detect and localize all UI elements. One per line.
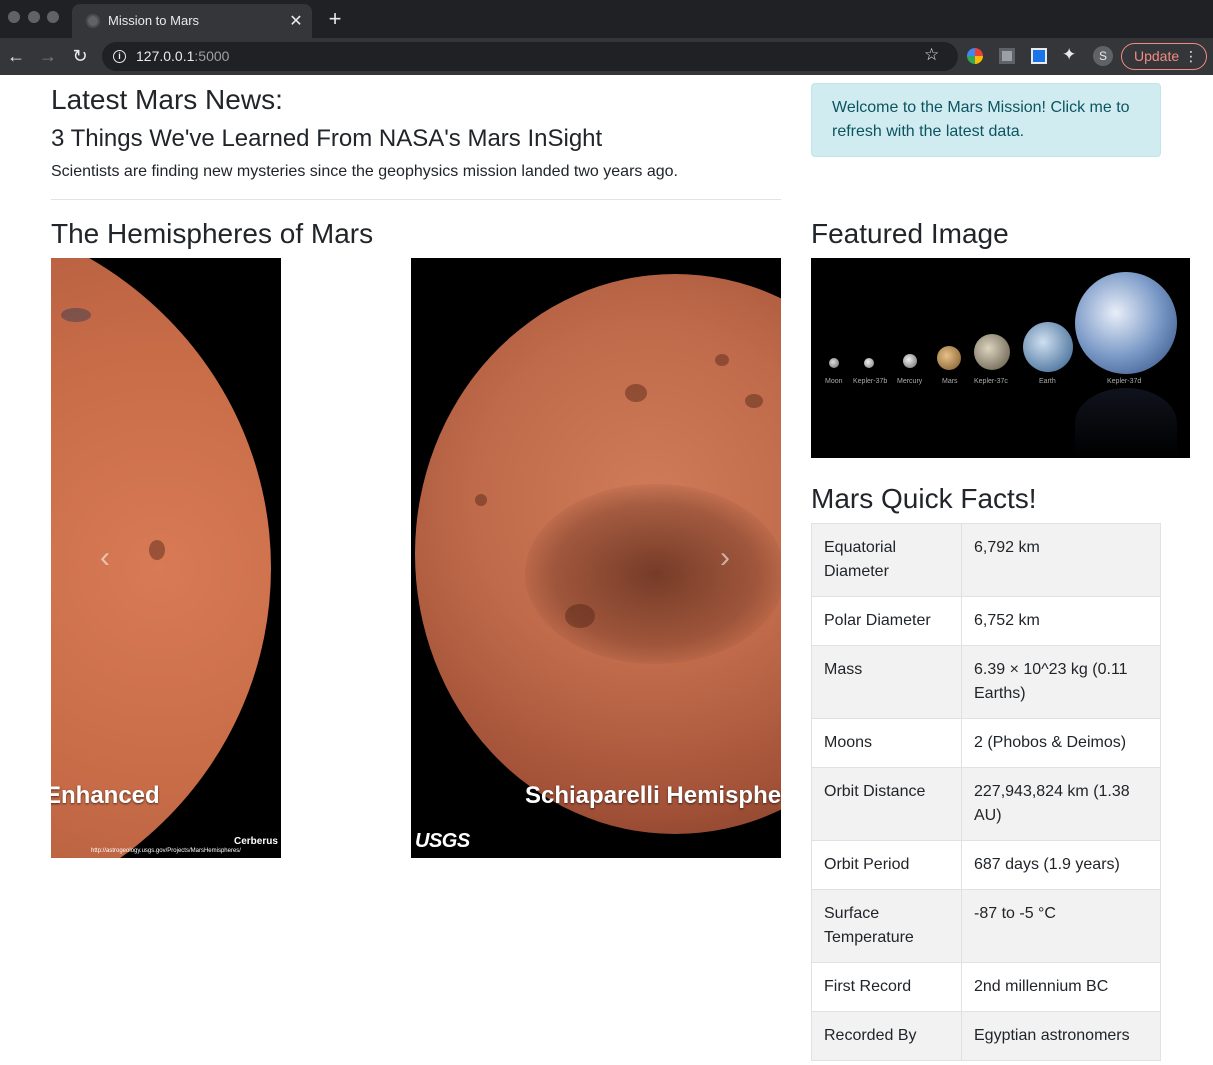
info-icon[interactable]: i xyxy=(113,50,126,63)
slide-credit-url: http://astrogeology.usgs.gov/Projects/Ma… xyxy=(91,848,241,854)
extension-box-icon[interactable] xyxy=(999,48,1015,64)
close-window-button[interactable] xyxy=(8,11,20,23)
reload-icon[interactable]: ↻ xyxy=(68,44,92,68)
fact-value: 6,792 km xyxy=(961,523,1161,597)
url-host: 127.0.0.1 xyxy=(136,48,195,64)
image-extension-icon[interactable] xyxy=(1031,48,1047,64)
address-bar[interactable]: i 127.0.0.1:5000 ☆ xyxy=(102,42,958,71)
image-label: Earth xyxy=(1039,378,1056,385)
url-text: 127.0.0.1:5000 xyxy=(136,48,229,64)
image-label: Mars xyxy=(942,378,958,385)
table-row: Polar Diameter 6,752 km xyxy=(811,596,1161,646)
fact-label: Mass xyxy=(811,645,962,719)
refresh-alert[interactable]: Welcome to the Mars Mission! Click me to… xyxy=(811,83,1161,157)
profile-avatar[interactable]: S xyxy=(1093,46,1113,66)
fact-label: Polar Diameter xyxy=(811,596,962,646)
minimize-window-button[interactable] xyxy=(28,11,40,23)
new-tab-button[interactable]: + xyxy=(324,6,346,32)
hemispheres-carousel: Enhanced Cerberus http://astrogeology.us… xyxy=(51,258,781,858)
browser-tab[interactable]: Mission to Mars ✕ xyxy=(72,4,312,38)
fact-label: Equatorial Diameter xyxy=(811,523,962,597)
fact-label: Surface Temperature xyxy=(811,889,962,963)
featured-heading: Featured Image xyxy=(811,218,1009,249)
fact-value: 227,943,824 km (1.38 AU) xyxy=(961,767,1161,841)
fact-value: -87 to -5 °C xyxy=(961,889,1161,963)
update-label: Update xyxy=(1134,48,1180,64)
table-row: Moons 2 (Phobos & Deimos) xyxy=(811,718,1161,768)
url-port: :5000 xyxy=(194,48,230,64)
news-teaser: Scientists are finding new mysteries sin… xyxy=(51,163,678,180)
browser-toolbar: ← → ↻ i 127.0.0.1:5000 ☆ ✦ S Update ⋮ xyxy=(0,38,1213,75)
fact-value: 687 days (1.9 years) xyxy=(961,840,1161,890)
bookmark-star-icon[interactable]: ☆ xyxy=(924,45,939,65)
forward-arrow-icon[interactable]: → xyxy=(36,44,60,68)
fact-label: First Record xyxy=(811,962,962,1012)
slide-caption: Schiaparelli Hemisphere xyxy=(525,782,781,809)
fact-value: 2nd millennium BC xyxy=(961,962,1161,1012)
hemispheres-heading: The Hemispheres of Mars xyxy=(51,218,374,249)
carousel-prev-chevron-icon[interactable]: ‹ xyxy=(85,528,125,588)
tab-title: Mission to Mars xyxy=(108,13,200,28)
back-arrow-icon[interactable]: ← xyxy=(4,44,28,68)
fact-value: 2 (Phobos & Deimos) xyxy=(961,718,1161,768)
image-label: Kepler-37c xyxy=(974,378,1008,385)
usgs-logo: USGS xyxy=(415,830,470,852)
facts-heading: Mars Quick Facts! xyxy=(811,483,1037,514)
image-label: Kepler-37b xyxy=(853,378,888,385)
update-button[interactable]: Update ⋮ xyxy=(1121,43,1207,70)
table-row: Surface Temperature -87 to -5 °C xyxy=(811,889,1161,963)
more-menu-icon[interactable]: ⋮ xyxy=(1184,44,1198,69)
page-content: Latest Mars News: 3 Things We've Learned… xyxy=(0,75,1213,1065)
image-label: Kepler-37d xyxy=(1107,378,1142,385)
table-row: Orbit Distance 227,943,824 km (1.38 AU) xyxy=(811,767,1161,841)
slide-caption: Enhanced xyxy=(51,782,160,809)
featured-image: Moon Kepler-37b Mercury Mars Kepler-37c … xyxy=(811,258,1190,458)
image-label: Moon xyxy=(825,378,843,385)
color-extension-icon[interactable] xyxy=(967,48,983,64)
close-icon[interactable]: ✕ xyxy=(287,11,305,31)
fact-value: Egyptian astronomers xyxy=(961,1011,1161,1061)
table-row: Mass 6.39 × 10^23 kg (0.11 Earths) xyxy=(811,645,1161,719)
fact-label: Recorded By xyxy=(811,1011,962,1061)
facts-table: Equatorial Diameter 6,792 km Polar Diamet… xyxy=(811,523,1161,1061)
fact-value: 6.39 × 10^23 kg (0.11 Earths) xyxy=(961,645,1161,719)
fact-label: Orbit Period xyxy=(811,840,962,890)
carousel-next-chevron-icon[interactable]: › xyxy=(705,528,745,588)
fact-label: Orbit Distance xyxy=(811,767,962,841)
table-row: Recorded By Egyptian astronomers xyxy=(811,1011,1161,1061)
table-row: First Record 2nd millennium BC xyxy=(811,962,1161,1012)
maximize-window-button[interactable] xyxy=(47,11,59,23)
table-row: Orbit Period 687 days (1.9 years) xyxy=(811,840,1161,890)
browser-tab-bar: Mission to Mars ✕ + xyxy=(0,0,1213,38)
image-label: Mercury xyxy=(897,378,923,385)
slide-credit: Cerberus xyxy=(234,836,278,847)
fact-label: Moons xyxy=(811,718,962,768)
fact-value: 6,752 km xyxy=(961,596,1161,646)
divider xyxy=(51,199,781,200)
extensions-puzzle-icon[interactable]: ✦ xyxy=(1062,45,1080,65)
table-row: Equatorial Diameter 6,792 km xyxy=(811,523,1161,597)
news-title: 3 Things We've Learned From NASA's Mars … xyxy=(51,125,603,152)
news-heading: Latest Mars News: xyxy=(51,84,283,115)
globe-icon xyxy=(86,14,100,28)
